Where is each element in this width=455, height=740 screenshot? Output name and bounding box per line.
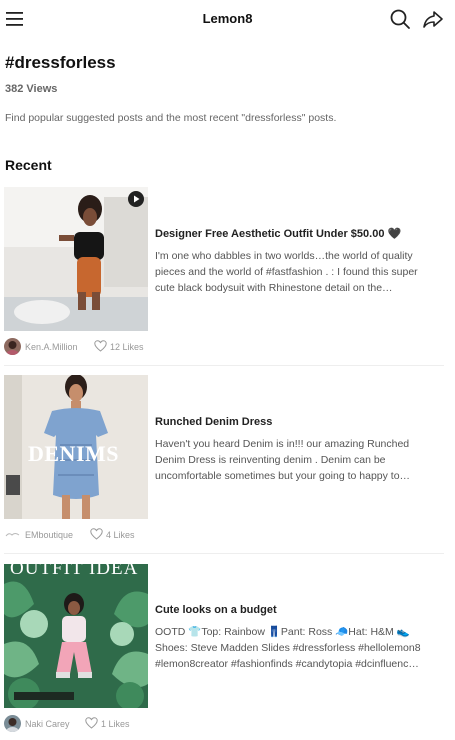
avatar[interactable] — [4, 338, 21, 355]
post-thumbnail[interactable]: DENIMS — [4, 375, 148, 519]
avatar[interactable] — [4, 715, 21, 732]
post-excerpt-line: Haven't you heard Denim is in!!! our ama… — [155, 438, 410, 450]
photo-image — [4, 187, 148, 331]
hashtag-description: Find popular suggested posts and the mos… — [5, 112, 337, 124]
heart-icon — [94, 340, 107, 352]
video-play-icon — [128, 191, 144, 207]
post-excerpt: Haven't you heard Denim is in!!! our ama… — [155, 436, 445, 484]
post-excerpt: I'm one who dabbles in two worlds…the wo… — [155, 248, 445, 296]
post-excerpt-line: uncomfortable sometimes but your going t… — [155, 470, 411, 482]
like-count: 1 Likes — [101, 718, 130, 729]
post-thumbnail[interactable]: OUTFIT IDEA — [4, 564, 148, 708]
view-count: 382 Views — [5, 83, 58, 95]
post-excerpt-line: I'm one who dabbles in two worlds…the wo… — [155, 250, 413, 262]
divider — [4, 553, 444, 554]
post-excerpt-line: pieces and the world of #fastfashion . :… — [155, 266, 418, 278]
post-excerpt-line: #lemon8creator #fashionfinds #candytopia… — [155, 658, 419, 670]
post-title[interactable]: Runched Denim Dress — [155, 416, 272, 428]
post-excerpt-line: Denim Dress is reinventing denim . Denim… — [155, 454, 386, 466]
post-title[interactable]: Cute looks on a budget — [155, 604, 277, 616]
author-name[interactable]: Naki Carey — [25, 719, 70, 729]
share-icon[interactable] — [422, 8, 444, 30]
top-bar: Lemon8 — [0, 0, 455, 38]
author-name[interactable]: EMboutique — [25, 530, 73, 540]
heart-icon — [90, 528, 103, 540]
divider — [4, 365, 444, 366]
post-excerpt-line: OOTD 👕Top: Rainbow 👖Pant: Ross 🧢Hat: H&M… — [155, 626, 410, 638]
like-count: 12 Likes — [110, 341, 144, 352]
like-button[interactable]: 12 Likes — [94, 340, 144, 352]
search-icon[interactable] — [389, 8, 411, 30]
thumbnail-overlay-text: OUTFIT IDEA — [10, 564, 139, 579]
app-title: Lemon8 — [202, 11, 253, 26]
author-name[interactable]: Ken.A.Million — [25, 342, 78, 352]
like-button[interactable]: 1 Likes — [85, 717, 130, 729]
post-meta: Naki Carey 1 Likes — [4, 715, 204, 733]
post-excerpt-line: cute black bodysuit with Rhinestone deta… — [155, 282, 393, 294]
avatar[interactable] — [4, 526, 21, 543]
thumbnail-overlay-text: DENIMS — [28, 441, 120, 466]
post-excerpt: OOTD 👕Top: Rainbow 👖Pant: Ross 🧢Hat: H&M… — [155, 624, 445, 672]
post-meta: Ken.A.Million 12 Likes — [4, 338, 204, 356]
post-excerpt-line: Shoes: Steve Madden Slides #dressforless… — [155, 642, 421, 654]
like-button[interactable]: 4 Likes — [90, 528, 135, 540]
post-meta: EMboutique 4 Likes — [4, 526, 204, 544]
post-title[interactable]: Designer Free Aesthetic Outfit Under $50… — [155, 227, 401, 240]
like-count: 4 Likes — [106, 529, 135, 540]
hashtag-title: #dressforless — [5, 53, 116, 72]
post-thumbnail[interactable] — [4, 187, 148, 331]
section-title-recent: Recent — [5, 157, 52, 173]
heart-icon — [85, 717, 98, 729]
photo-image — [4, 564, 148, 708]
